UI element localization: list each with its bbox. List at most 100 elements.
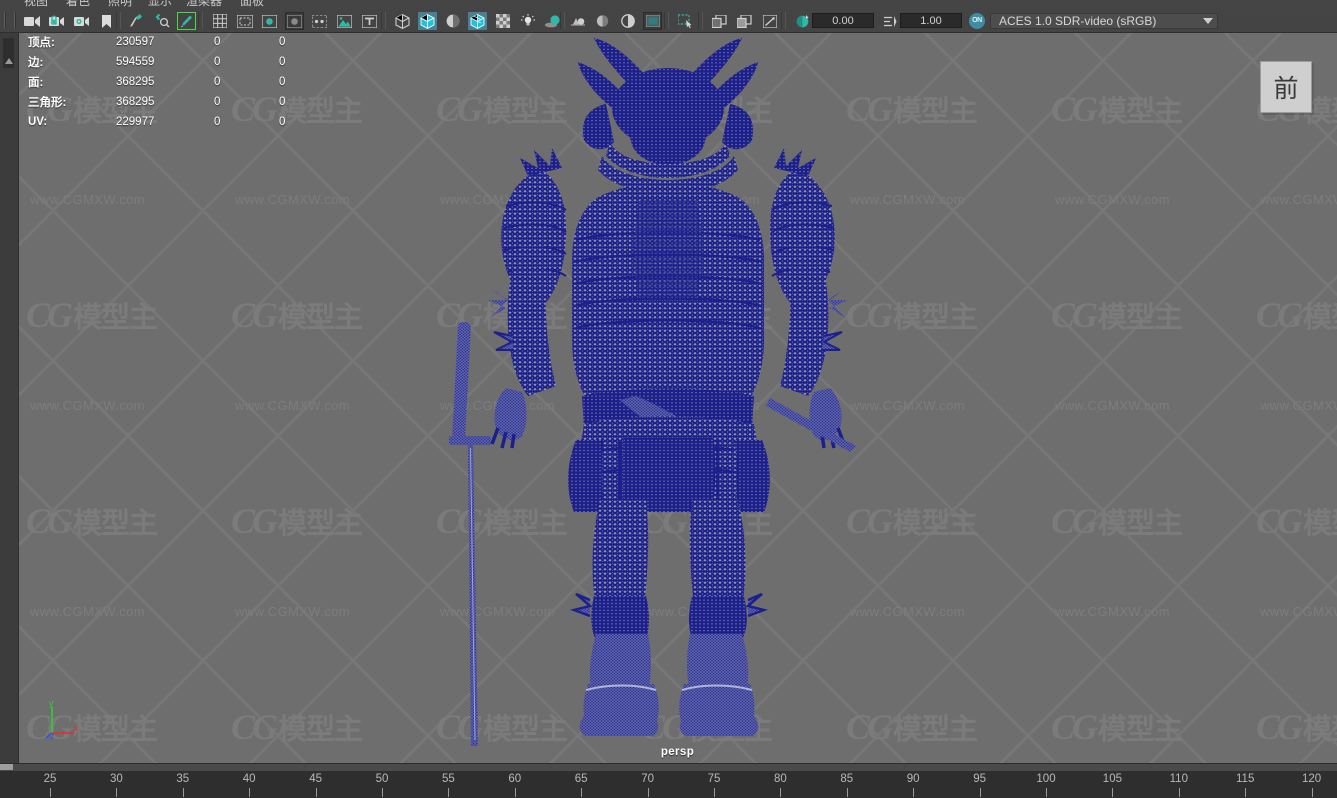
- refresh-exposure-icon[interactable]: [793, 12, 812, 30]
- field-chart-icon[interactable]: [310, 12, 329, 30]
- gizmo-y-label: y: [49, 698, 54, 708]
- safe-action-icon[interactable]: [335, 12, 354, 30]
- stats-label: 三角形:: [28, 97, 67, 109]
- smooth-shade-flat-icon[interactable]: [443, 12, 462, 30]
- ruler-label: 100: [1036, 773, 1056, 785]
- select-camera-icon[interactable]: [22, 12, 41, 30]
- stats-row: 边: 594559 0 0: [28, 52, 339, 72]
- stats-c2: 0: [214, 56, 221, 68]
- lighting-icon[interactable]: [518, 12, 537, 30]
- viewport-persp[interactable]: www.CGMXW.com www.CGMXW.com www.CGMXW.com w…: [18, 32, 1337, 763]
- ruler-label: 75: [707, 773, 721, 785]
- toolbar-grip2[interactable]: [12, 12, 17, 29]
- ruler-tick: [979, 788, 981, 797]
- ruler-label: 60: [508, 773, 522, 785]
- toolbar-separator2: [198, 12, 203, 29]
- stats-c1: 230597: [116, 36, 155, 48]
- ao-icon[interactable]: [568, 12, 587, 30]
- bookmark-icon[interactable]: [97, 12, 116, 30]
- xray-joints-icon[interactable]: [152, 12, 171, 30]
- menu-item-2[interactable]: 照明: [108, 0, 132, 8]
- wireframe-shaded-icon[interactable]: [393, 12, 412, 30]
- leg-armor-suneate: [569, 500, 769, 736]
- stats-c3: 0: [279, 56, 286, 68]
- exposure-field[interactable]: 0.00: [812, 13, 874, 28]
- time-slider-thumb[interactable]: [0, 764, 13, 770]
- view-cube[interactable]: 前: [1260, 61, 1312, 113]
- ruler-tick: [448, 788, 450, 797]
- viewport-render-icon[interactable]: [643, 12, 662, 30]
- stats-c1: 229977: [116, 116, 155, 128]
- grid-icon[interactable]: [210, 12, 229, 30]
- ruler-tick: [846, 788, 848, 797]
- toolbar-separator: [116, 12, 121, 29]
- timeline-ruler[interactable]: 25 30 35 40 45 50 55 60 65 70 75 80 85 90 95 100 105 110 1…: [0, 771, 1337, 798]
- ruler-label: 110: [1169, 773, 1188, 785]
- camera-attributes-icon[interactable]: [72, 12, 91, 30]
- gizmo-x-label: x: [74, 723, 79, 733]
- panel-menu-bar: 视图 着色 照明 显示 渲染器 面板: [0, 0, 1337, 9]
- ruler-tick: [780, 788, 782, 797]
- xray-icon[interactable]: [710, 12, 729, 30]
- ruler-tick: [514, 788, 516, 797]
- stats-c3: 0: [279, 116, 286, 128]
- model-samurai-wireframe[interactable]: [18, 32, 1337, 763]
- skirt-armor-kusazuri: [568, 416, 770, 514]
- resolution-gate-icon[interactable]: [260, 12, 279, 30]
- stats-c1: 368295: [116, 96, 155, 108]
- menu-item-5[interactable]: 面板: [240, 0, 264, 8]
- gamma-field[interactable]: 1.00: [900, 13, 962, 28]
- smooth-shade-all-icon[interactable]: [418, 12, 437, 30]
- ruler-label: 35: [176, 773, 190, 785]
- stats-row: UV: 229977 0 0: [28, 112, 339, 132]
- ruler-label: 50: [375, 773, 389, 785]
- chest-armor-do: [572, 182, 764, 442]
- paint-edit-icon[interactable]: [177, 12, 196, 30]
- stats-c2: 0: [214, 116, 221, 128]
- grease-pencil-icon[interactable]: [127, 12, 146, 30]
- color-management-toggle[interactable]: ON: [969, 13, 985, 29]
- menu-item-4[interactable]: 渲染器: [186, 0, 222, 8]
- ruler-label: 30: [109, 773, 123, 785]
- lock-camera-icon[interactable]: [47, 12, 66, 30]
- isolate-select-icon[interactable]: [676, 12, 695, 30]
- menu-item-1[interactable]: 着色: [66, 0, 90, 8]
- menu-item-0[interactable]: 视图: [24, 0, 48, 8]
- ruler-label: 65: [574, 773, 588, 785]
- texture-icon[interactable]: [493, 12, 512, 30]
- camera-name-label: persp: [660, 746, 695, 758]
- stats-label: 面:: [28, 77, 44, 89]
- ruler-tick: [913, 788, 915, 797]
- toolbar-separator5: [664, 12, 669, 29]
- stats-c2: 0: [214, 96, 221, 108]
- menu-item-3[interactable]: 显示: [148, 0, 172, 8]
- color-transform-dropdown[interactable]: ACES 1.0 SDR-video (sRGB): [990, 13, 1218, 29]
- helmet-kabuto: [578, 38, 758, 194]
- film-gate-icon[interactable]: [235, 12, 254, 30]
- ruler-label: 40: [242, 773, 256, 785]
- toolbar-grip[interactable]: [2, 12, 7, 29]
- toolbar-separator3: [381, 12, 386, 29]
- view-cube-face-label: 前: [1273, 75, 1299, 103]
- collapse-handle[interactable]: [3, 38, 14, 68]
- heads-up-display-statistics: 顶点: 230597 0 0 边: 594559 0 0 面: 368295 0 0 三角形: 36829…: [28, 32, 339, 132]
- safe-title-icon[interactable]: [360, 12, 379, 30]
- exposure-toggle-icon[interactable]: [760, 12, 779, 30]
- ruler-label: 55: [441, 773, 455, 785]
- stats-c3: 0: [279, 96, 286, 108]
- ruler-tick: [1046, 788, 1047, 797]
- katana-sword: [449, 322, 491, 746]
- ruler-label: 95: [973, 773, 986, 785]
- toolbar-separator7: [781, 12, 786, 29]
- stats-row: 面: 368295 0 0: [28, 72, 339, 92]
- gate-mask-icon[interactable]: [285, 12, 304, 30]
- ruler-label: 80: [773, 773, 787, 785]
- shaded-wireframe-icon[interactable]: [468, 12, 487, 30]
- ruler-label: 25: [43, 773, 57, 785]
- motion-blur-icon[interactable]: [593, 12, 612, 30]
- xray-active-icon[interactable]: [735, 12, 754, 30]
- gamma-icon[interactable]: [880, 12, 899, 30]
- left-collapse-rail[interactable]: [0, 32, 19, 763]
- ruler-tick: [1112, 788, 1114, 797]
- ssao-icon[interactable]: [618, 12, 637, 30]
